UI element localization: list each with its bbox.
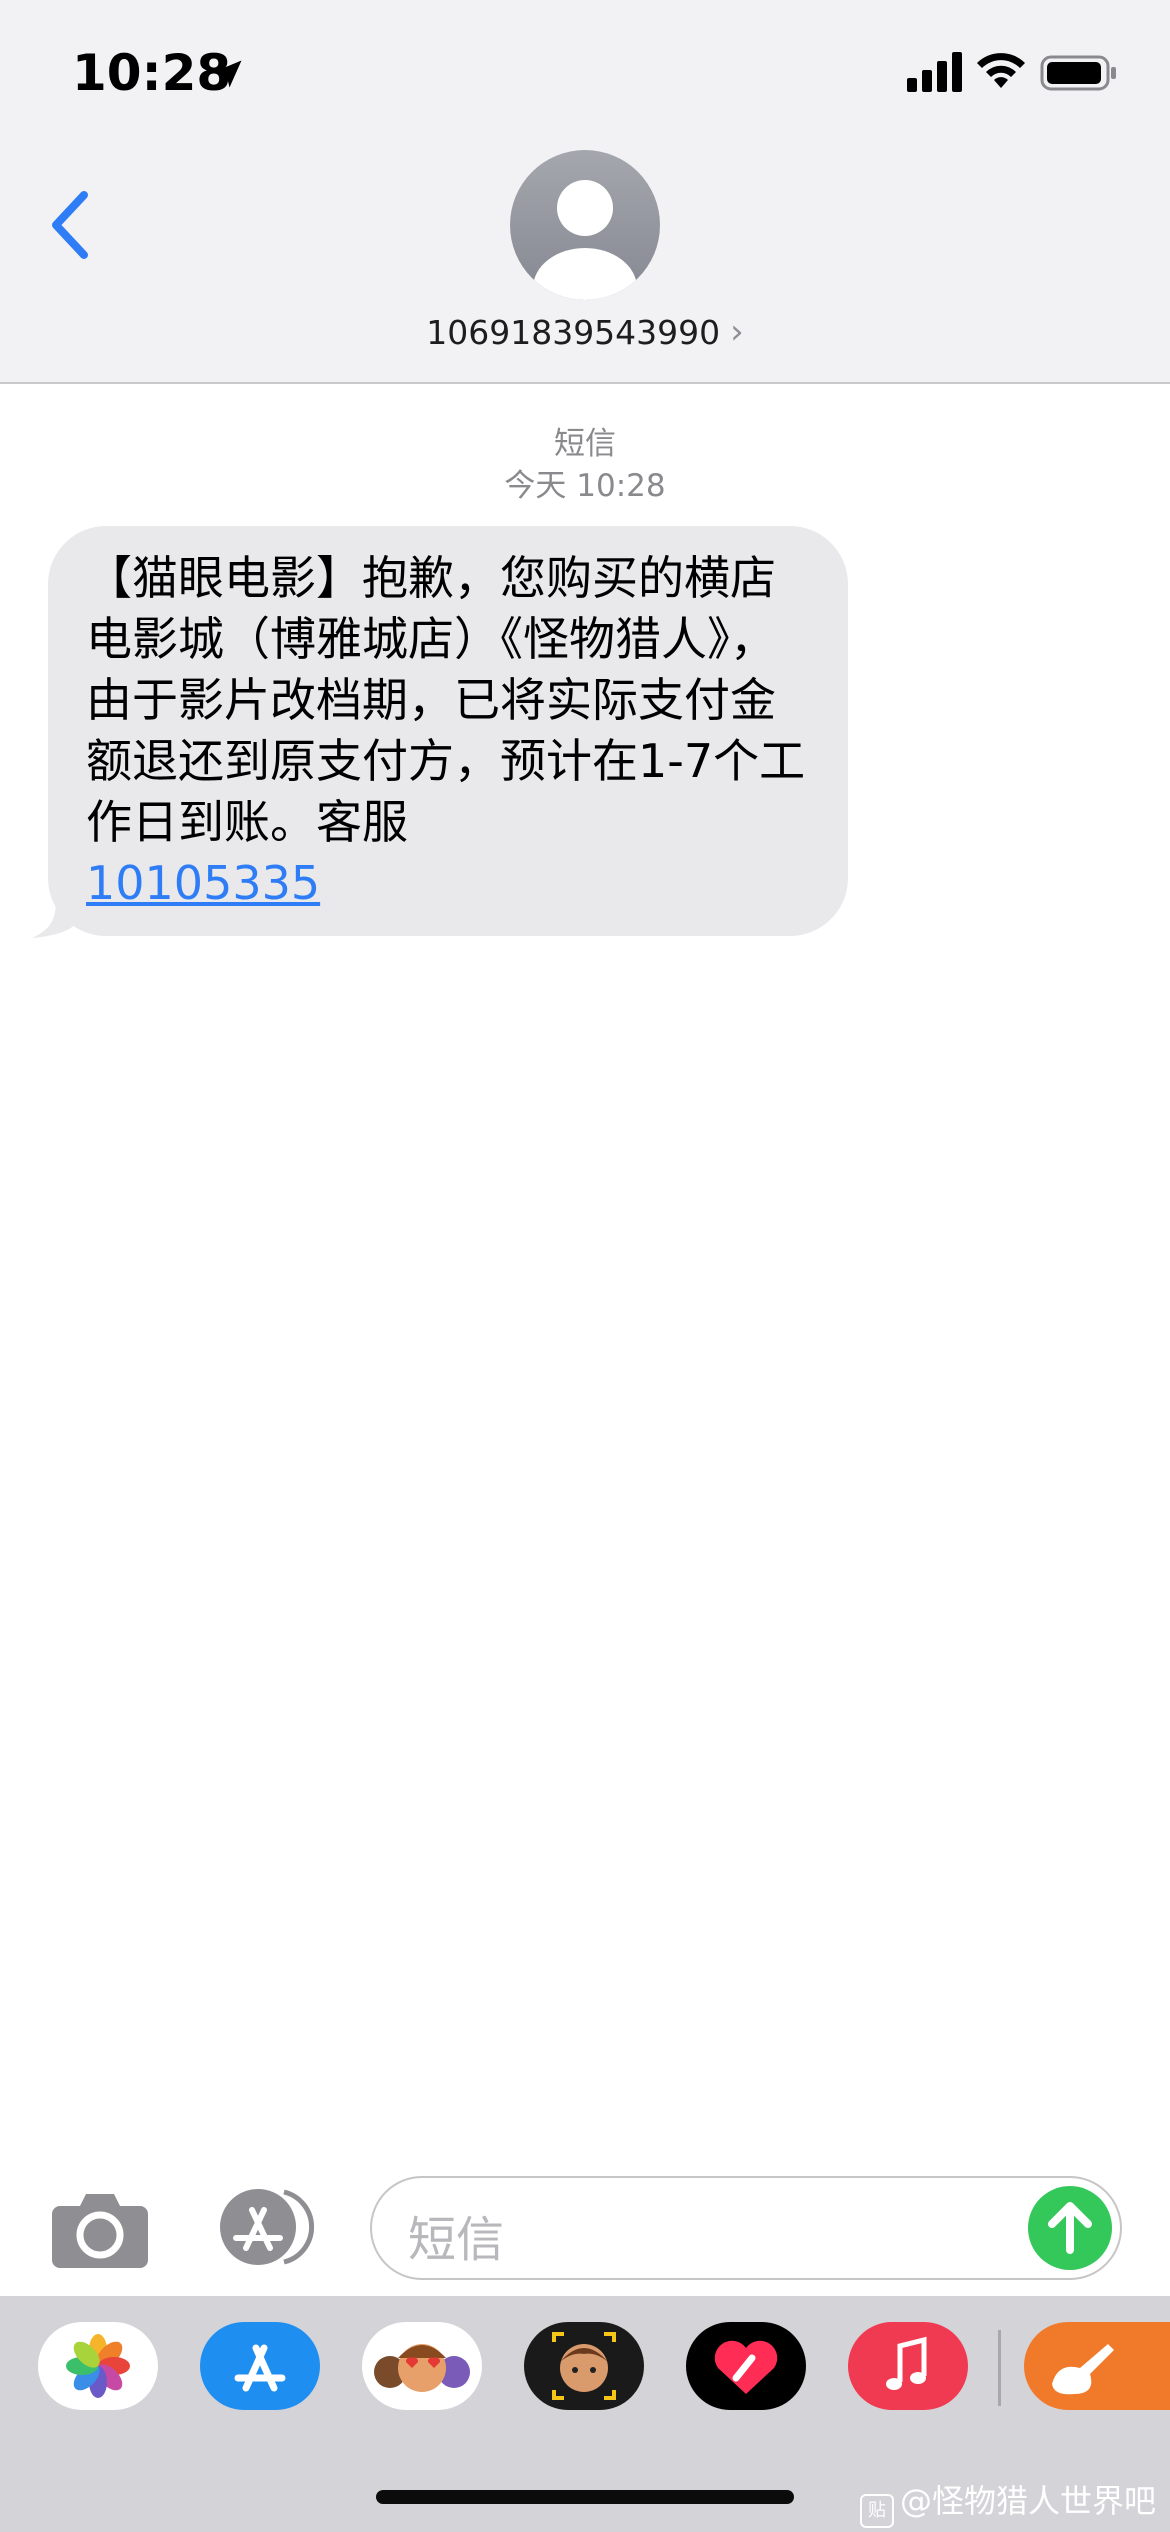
app-store-tray-icon[interactable] xyxy=(200,2322,320,2410)
photos-icon[interactable] xyxy=(38,2322,158,2410)
message-input-placeholder: 短信 xyxy=(408,2212,505,2268)
phone-number-link[interactable]: 10105335 xyxy=(86,853,320,914)
location-arrow-icon xyxy=(214,60,242,88)
tray-divider xyxy=(998,2330,1001,2406)
camera-icon[interactable] xyxy=(50,2188,150,2268)
memoji-stickers-icon[interactable] xyxy=(362,2322,482,2410)
watermark-badge: 贴 xyxy=(860,2494,894,2528)
service-label: 短信 xyxy=(554,426,616,462)
chevron-right-icon: › xyxy=(730,312,744,352)
contact-number-text: 10691839543990 xyxy=(426,313,721,352)
app-store-icon[interactable] xyxy=(208,2186,318,2268)
status-time: 10:28 xyxy=(72,44,232,102)
contact-number[interactable]: 10691839543990 › xyxy=(0,312,1170,352)
garageband-icon[interactable] xyxy=(1024,2322,1170,2410)
watermark: 贴 @怪物猎人世界吧 xyxy=(860,2476,1156,2528)
wifi-icon xyxy=(977,53,1025,88)
battery-icon xyxy=(1040,55,1116,91)
animoji-icon[interactable] xyxy=(524,2322,644,2410)
message-bubble: 【猫眼电影】抱歉，您购买的横店电影城（博雅城店）《怪物猎人》，由于影片改档期，已… xyxy=(48,526,848,936)
conversation-header: 10:28 10691839543990 › xyxy=(0,0,1170,384)
digital-touch-icon[interactable] xyxy=(686,2322,806,2410)
send-arrow-icon[interactable] xyxy=(1028,2186,1112,2270)
message-timestamp: 今天 10:28 xyxy=(504,468,666,504)
message-text: 【猫眼电影】抱歉，您购买的横店电影城（博雅城店）《怪物猎人》，由于影片改档期，已… xyxy=(86,551,806,849)
music-icon[interactable] xyxy=(848,2322,968,2410)
watermark-text: @怪物猎人世界吧 xyxy=(900,2482,1157,2520)
message-input[interactable]: 短信 xyxy=(370,2176,1122,2280)
home-indicator[interactable] xyxy=(376,2490,794,2504)
back-chevron-icon[interactable] xyxy=(40,180,100,270)
cellular-signal-icon xyxy=(907,52,962,92)
contact-avatar[interactable] xyxy=(510,150,660,300)
